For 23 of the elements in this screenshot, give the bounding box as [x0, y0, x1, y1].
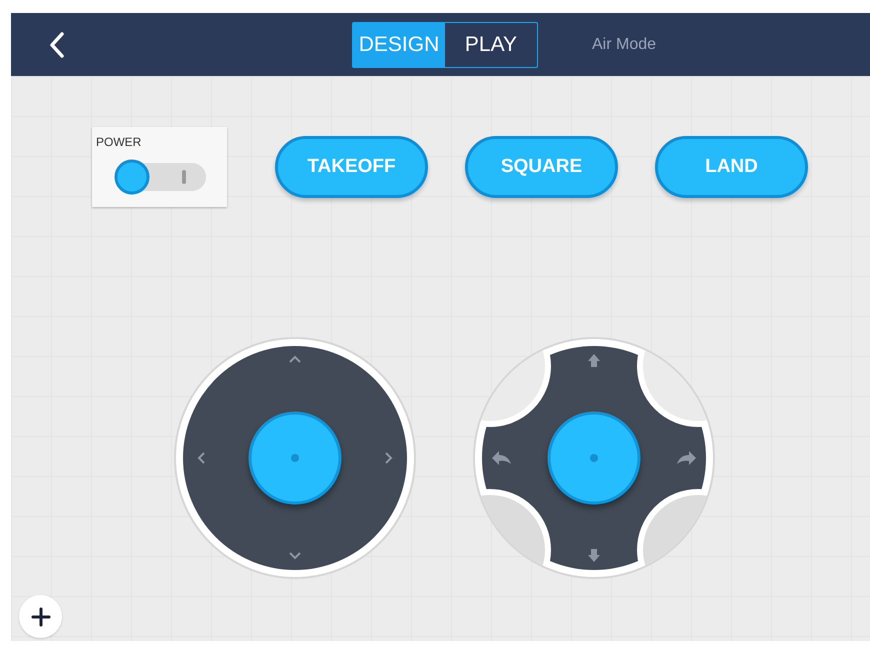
power-toggle[interactable]: [114, 159, 206, 195]
joystick-pad[interactable]: [173, 336, 417, 580]
mode-tab[interactable]: PLAY: [445, 22, 537, 66]
command-button[interactable]: LAND: [655, 136, 808, 198]
command-button[interactable]: SQUARE: [465, 136, 618, 198]
power-label: POWER: [96, 135, 142, 149]
command-button[interactable]: TAKEOFF: [275, 136, 428, 198]
joystick-knob[interactable]: [548, 412, 640, 504]
back-icon[interactable]: [47, 30, 67, 58]
chevron-down-icon: [289, 552, 301, 560]
chevron-right-icon: [385, 452, 392, 464]
mode-tab[interactable]: DESIGN: [353, 22, 445, 66]
chevron-up-icon: [289, 356, 301, 363]
plus-icon: [30, 606, 50, 626]
chevron-left-icon: [198, 452, 205, 464]
turn-left-icon: [492, 451, 511, 465]
joystick-pad[interactable]: [472, 336, 716, 580]
arrow-up-icon: [588, 354, 600, 367]
mode-subtitle: Air Mode: [592, 36, 656, 54]
joystick-knob[interactable]: [248, 412, 342, 504]
add-button[interactable]: [19, 595, 62, 638]
turn-right-icon: [677, 451, 696, 465]
arrow-down-icon: [588, 549, 600, 562]
